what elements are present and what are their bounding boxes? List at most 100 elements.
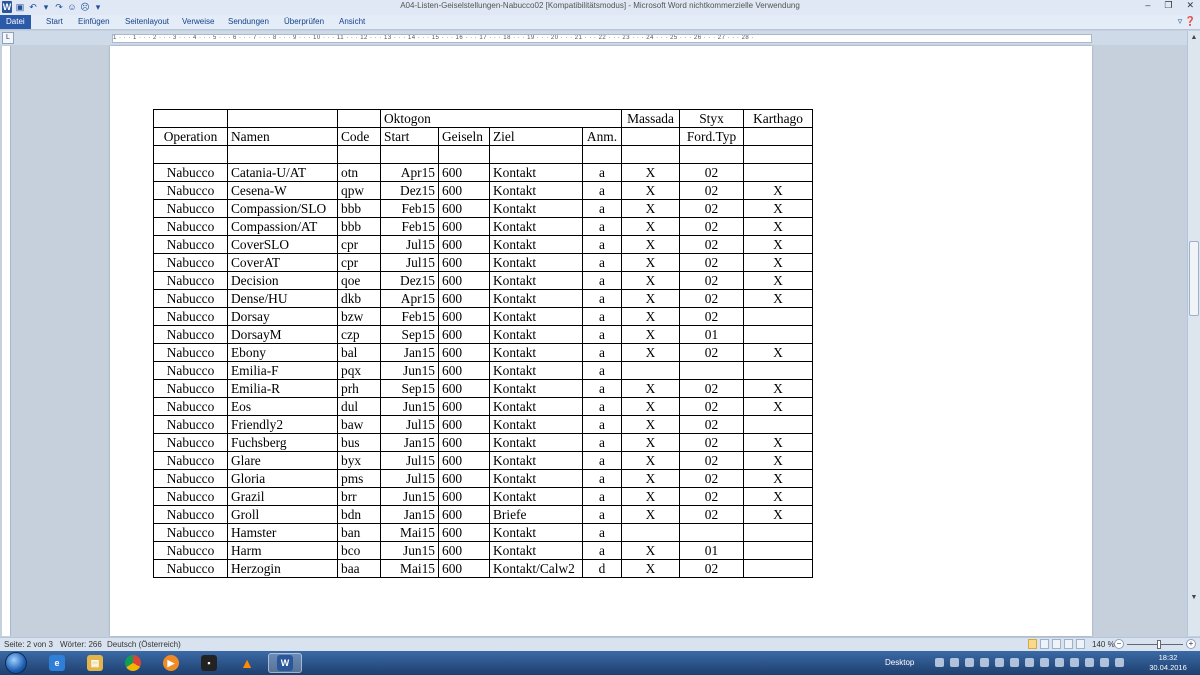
minimize-icon[interactable]: –	[1145, 0, 1150, 11]
tab-mailings[interactable]: Sendungen	[228, 15, 269, 29]
cell-karthago	[743, 307, 813, 326]
scrollbar-thumb[interactable]	[1189, 241, 1199, 316]
cell-namen: Decision	[227, 271, 338, 290]
scroll-up-icon[interactable]: ▲	[1189, 33, 1199, 43]
expand-ribbon-icon[interactable]: ▿	[1178, 16, 1183, 26]
restore-icon[interactable]: ❐	[1164, 0, 1172, 11]
cell-karthago: X	[743, 289, 813, 308]
cell-ford-typ: 02	[679, 343, 744, 362]
start-button[interactable]	[5, 652, 27, 674]
cell-start: Jun15	[380, 361, 439, 380]
close-icon[interactable]: ✕	[1186, 0, 1194, 11]
scroll-down-icon[interactable]: ▼	[1189, 593, 1199, 603]
taskbar-chrome[interactable]	[116, 653, 150, 673]
cell-code: qoe	[337, 271, 381, 290]
cell-anm: a	[582, 451, 622, 470]
tray-icon[interactable]	[980, 658, 989, 667]
cell-start: Jun15	[380, 487, 439, 506]
help-icon[interactable]: ❓	[1185, 16, 1196, 26]
zoom-out-icon[interactable]: −	[1114, 639, 1124, 649]
cell-operation: Nabucco	[153, 505, 228, 524]
taskbar-internet-explorer[interactable]: e	[40, 653, 74, 673]
tray-icon[interactable]	[950, 658, 959, 667]
tray-icon[interactable]	[995, 658, 1004, 667]
tray-icon[interactable]	[935, 658, 944, 667]
tray-icon[interactable]	[1100, 658, 1109, 667]
table-row: Nabucco Decision qoe Dez15 600 Kontakt a X 02 X	[153, 271, 813, 290]
cell-code: otn	[337, 163, 381, 182]
cell-ford-typ	[679, 523, 744, 542]
tray-icon[interactable]	[1115, 658, 1124, 667]
table-row: Nabucco Emilia-R prh Sep15 600 Kontakt a X 02 X	[153, 379, 813, 398]
vertical-scrollbar[interactable]: ▲ ▼	[1187, 31, 1200, 636]
taskbar-word[interactable]: W	[268, 653, 302, 673]
tab-review[interactable]: Überprüfen	[284, 15, 324, 29]
page-count[interactable]: Seite: 2 von 3	[4, 638, 53, 651]
zoom-level[interactable]: 140 %	[1092, 638, 1115, 651]
cell-karthago: X	[743, 181, 813, 200]
media-player-icon: ▶	[163, 655, 179, 671]
cell-code: cpr	[337, 253, 381, 272]
zoom-in-icon[interactable]: +	[1186, 639, 1196, 649]
cell-ford-typ: 02	[679, 217, 744, 236]
cell-geiseln: 600	[438, 505, 490, 524]
cell-operation: Nabucco	[153, 199, 228, 218]
cell-geiseln: 600	[438, 307, 490, 326]
cell-start: Jul15	[380, 415, 439, 434]
outline-view-icon[interactable]	[1064, 639, 1073, 649]
zoom-slider-thumb[interactable]	[1157, 640, 1161, 649]
cell-code: czp	[337, 325, 381, 344]
cell-massada: X	[621, 253, 680, 272]
cell-ford-typ: 02	[679, 397, 744, 416]
tab-file[interactable]: Datei	[0, 15, 31, 29]
taskbar-vlc[interactable]: ▲	[230, 653, 264, 673]
cell-code: bbb	[337, 217, 381, 236]
cell-karthago	[743, 559, 813, 578]
table-row: Nabucco Hamster ban Mai15 600 Kontakt a	[153, 523, 813, 542]
language-indicator[interactable]: Deutsch (Österreich)	[107, 638, 181, 651]
tray-icon[interactable]	[1040, 658, 1049, 667]
tray-icon[interactable]	[1070, 658, 1079, 667]
tab-selector[interactable]: L	[2, 32, 14, 44]
desktop-toolbar-label[interactable]: Desktop	[885, 651, 914, 675]
taskbar-app[interactable]: ▪	[192, 653, 226, 673]
draft-view-icon[interactable]	[1076, 639, 1085, 649]
vertical-ruler[interactable]	[2, 46, 11, 636]
tab-page-layout[interactable]: Seitenlayout	[125, 15, 169, 29]
cell-anm: a	[582, 253, 622, 272]
tray-icon[interactable]	[1055, 658, 1064, 667]
cell-ford-typ: 02	[679, 379, 744, 398]
tray-icon[interactable]	[1085, 658, 1094, 667]
cell-code: baw	[337, 415, 381, 434]
clock[interactable]: 18:32 30.04.2016	[1146, 653, 1190, 673]
tray-icon[interactable]	[965, 658, 974, 667]
horizontal-ruler[interactable]: 1 · · · 1 · · · 2 · · · 3 · · · 4 · · · …	[112, 34, 1092, 43]
tray-icon[interactable]	[1025, 658, 1034, 667]
cell-namen: Friendly2	[227, 415, 338, 434]
cell-karthago: X	[743, 505, 813, 524]
tab-start[interactable]: Start	[46, 15, 63, 29]
taskbar-media-player[interactable]: ▶	[154, 653, 188, 673]
full-screen-view-icon[interactable]	[1040, 639, 1049, 649]
cell-karthago: X	[743, 397, 813, 416]
tab-insert[interactable]: Einfügen	[78, 15, 110, 29]
tray-icon[interactable]	[1010, 658, 1019, 667]
header-karthago	[743, 127, 813, 146]
print-layout-view-icon[interactable]	[1028, 639, 1037, 649]
tab-view[interactable]: Ansicht	[339, 15, 365, 29]
zoom-slider[interactable]	[1127, 644, 1183, 645]
cell-ziel: Kontakt	[489, 253, 583, 272]
cell-massada: X	[621, 559, 680, 578]
taskbar-file-explorer[interactable]: ▤	[78, 653, 112, 673]
clock-date: 30.04.2016	[1149, 663, 1187, 672]
chrome-icon	[125, 655, 141, 671]
document-page[interactable]: Oktogon Massada Styx Karthago Operation …	[110, 46, 1092, 636]
cell-massada: X	[621, 325, 680, 344]
cell-ziel: Kontakt	[489, 397, 583, 416]
word-icon: W	[277, 655, 293, 671]
tab-references[interactable]: Verweise	[182, 15, 214, 29]
word-count[interactable]: Wörter: 266	[60, 638, 102, 651]
web-layout-view-icon[interactable]	[1052, 639, 1061, 649]
cell-massada: X	[621, 469, 680, 488]
cell-namen: Fuchsberg	[227, 433, 338, 452]
